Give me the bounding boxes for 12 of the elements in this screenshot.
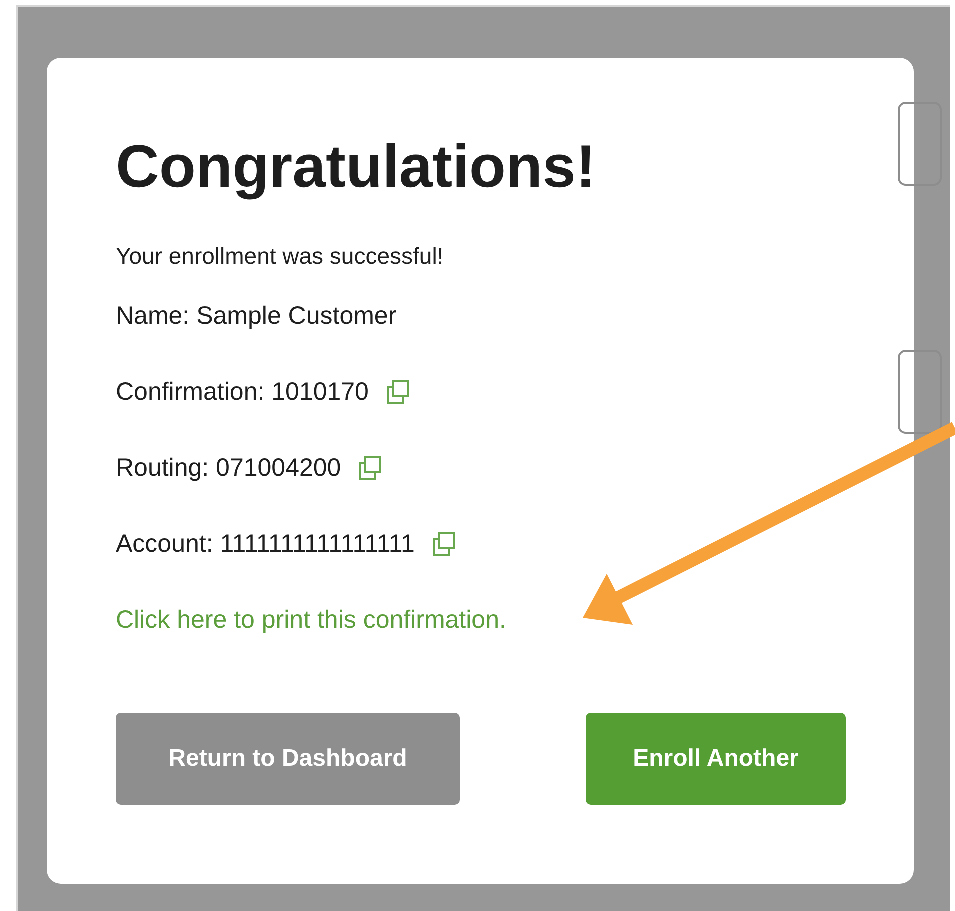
copy-icon[interactable] — [384, 379, 411, 405]
print-link[interactable]: Click here to print this confirmation. — [116, 606, 506, 634]
detail-text: Confirmation: 1010170 — [116, 378, 369, 406]
detail-text: Name: Sample Customer — [116, 302, 397, 330]
detail-text: Account: 1111111111111111 — [116, 530, 415, 558]
success-message: Your enrollment was successful! — [116, 243, 444, 270]
dashboard-button[interactable]: Return to Dashboard — [116, 713, 460, 805]
detail-text: Routing: 071004200 — [116, 454, 342, 482]
dialog-title: Congratulations! — [116, 132, 597, 201]
copy-icon[interactable] — [430, 531, 457, 557]
copy-icon[interactable] — [357, 455, 384, 481]
enroll-button[interactable]: Enroll Another — [586, 713, 846, 805]
